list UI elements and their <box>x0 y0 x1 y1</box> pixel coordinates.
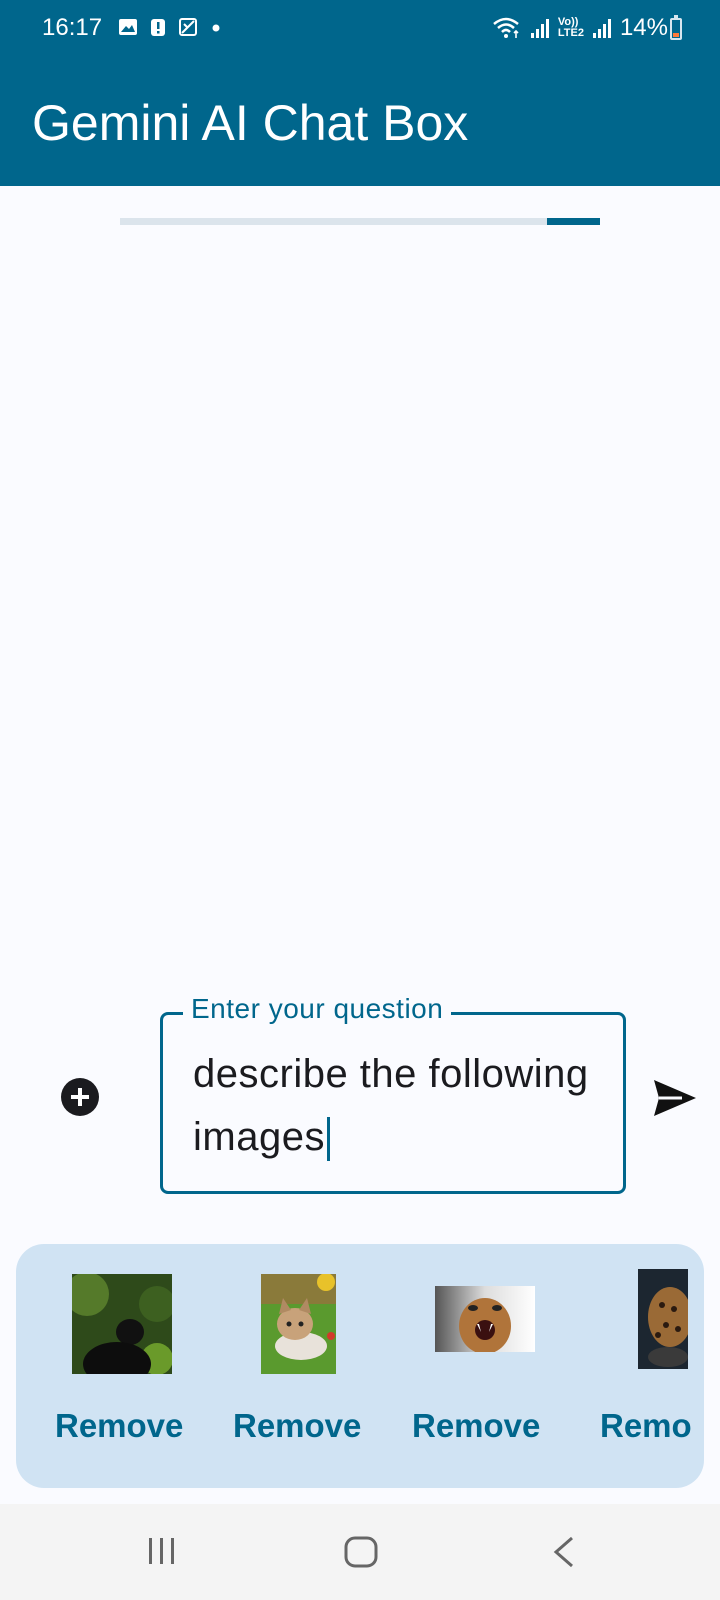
add-image-button[interactable] <box>61 1078 99 1116</box>
remove-image-button[interactable]: Remove <box>233 1407 361 1445</box>
loading-progress-bar <box>120 218 600 225</box>
dot-icon <box>212 24 220 32</box>
alert-icon <box>151 19 165 36</box>
battery-percent: 14% <box>619 14 668 41</box>
question-input-value[interactable]: describe the following images <box>193 1043 593 1169</box>
app-title: Gemini AI Chat Box <box>32 95 469 151</box>
home-icon[interactable] <box>344 1536 378 1568</box>
image-thumbnail <box>261 1274 336 1374</box>
remove-image-button[interactable]: Remove <box>55 1407 183 1445</box>
network-type-label: Vo)) LTE2 <box>558 17 584 39</box>
status-time: 16:17 <box>42 14 103 41</box>
gallery-icon <box>119 19 137 35</box>
no-sync-icon <box>179 18 197 36</box>
recents-icon[interactable] <box>146 1536 178 1566</box>
image-thumbnail <box>72 1274 172 1374</box>
status-notification-icons <box>118 16 228 38</box>
question-input[interactable]: Enter your question describe the followi… <box>160 993 626 1194</box>
network-label-bottom: LTE2 <box>557 27 584 39</box>
question-input-text: describe the following images <box>193 1052 589 1159</box>
loading-progress-fill <box>547 218 600 225</box>
remove-image-button[interactable]: Remove <box>412 1407 540 1445</box>
image-thumbnail <box>435 1286 535 1352</box>
wifi-icon <box>493 17 519 38</box>
back-icon[interactable] <box>552 1536 576 1568</box>
selected-images-strip[interactable]: Remove Remove Remove Remo <box>16 1244 704 1488</box>
send-icon[interactable] <box>652 1078 698 1118</box>
question-input-label: Enter your question <box>183 993 452 1025</box>
status-system-icons: Vo)) LTE2 14% <box>492 14 668 42</box>
add-circle-icon <box>71 1088 89 1106</box>
status-bar: 16:17 Vo)) LTE2 14% <box>0 0 720 56</box>
system-nav-bar <box>0 1504 720 1600</box>
signal-icon <box>530 19 549 38</box>
text-cursor <box>326 1117 330 1162</box>
image-thumbnail <box>638 1269 688 1369</box>
signal-icon <box>592 19 611 38</box>
battery-icon <box>670 15 682 40</box>
remove-image-button[interactable]: Remo <box>600 1407 692 1445</box>
app-bar: Gemini AI Chat Box <box>0 56 720 186</box>
